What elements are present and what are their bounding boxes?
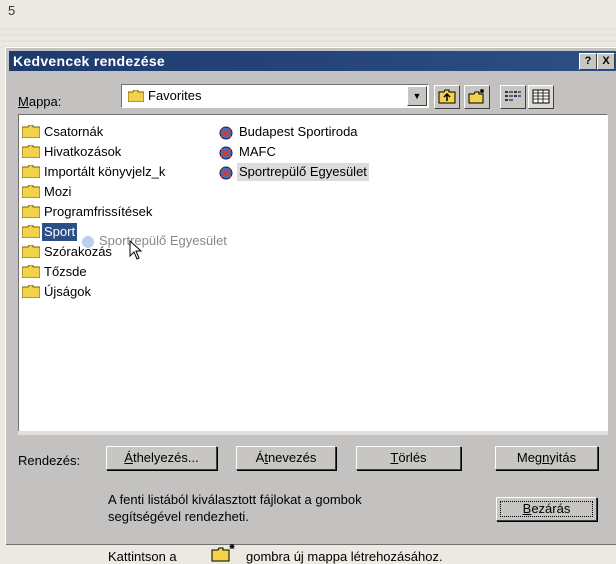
folder-label: Mappa: xyxy=(18,94,62,109)
details-view-icon xyxy=(532,89,550,104)
drag-ghost-icon xyxy=(82,236,94,248)
title-bar[interactable]: Kedvencek rendezése ? X xyxy=(9,51,616,71)
folder-icon xyxy=(128,90,144,102)
folder-icon xyxy=(22,145,40,158)
close-icon[interactable]: X xyxy=(597,53,615,70)
mouse-pointer-icon xyxy=(129,240,143,260)
folder-icon xyxy=(22,125,40,138)
open-button[interactable]: Megnyitás xyxy=(495,446,598,470)
internet-shortcut-icon xyxy=(219,146,233,160)
folder-icon xyxy=(22,165,40,178)
hint-text-after: gombra új mappa létrehozásához. xyxy=(246,549,443,564)
new-folder-button[interactable] xyxy=(464,85,490,109)
internet-shortcut-icon xyxy=(219,166,233,180)
folder-icon xyxy=(22,185,40,198)
description-text: A fenti listából kiválasztott fájlokat a… xyxy=(108,492,362,524)
organize-label: Rendezés: xyxy=(18,453,81,468)
organize-favorites-dialog: Kedvencek rendezése ? X Mappa: Favorites… xyxy=(5,47,616,564)
folder-icon xyxy=(22,285,40,298)
folder-icon xyxy=(22,265,40,278)
new-folder-icon xyxy=(468,89,484,104)
hint-text-before: Kattintson a xyxy=(108,549,177,564)
up-one-level-button[interactable] xyxy=(434,85,460,109)
close-dialog-button[interactable]: Bezárás xyxy=(496,497,597,521)
internet-shortcut-icon xyxy=(219,126,233,140)
favorites-list[interactable]: Csatornák Hivatkozások Importált könyvje… xyxy=(18,114,608,432)
help-button[interactable]: ? xyxy=(579,53,597,70)
folder-select[interactable]: Favorites ▼ xyxy=(121,84,429,108)
folder-select-value: Favorites xyxy=(148,88,202,103)
window-title: Kedvencek rendezése xyxy=(13,53,166,69)
folder-icon xyxy=(22,225,40,238)
list-view-icon xyxy=(505,91,521,101)
folder-icon xyxy=(22,205,40,218)
details-view-button[interactable] xyxy=(528,85,554,109)
drag-ghost-label: Sportrepülő Egyesület xyxy=(99,233,227,248)
list-bottom-edge xyxy=(18,431,608,435)
list-view-button[interactable] xyxy=(500,85,526,109)
chevron-down-icon[interactable]: ▼ xyxy=(407,86,427,106)
move-button[interactable]: Áthelyezés... xyxy=(106,446,217,470)
delete-button[interactable]: Törlés xyxy=(356,446,461,470)
page-number: 5 xyxy=(8,3,16,18)
folder-icon xyxy=(22,245,40,258)
new-folder-icon xyxy=(211,544,235,562)
focus-ring: Bezárás xyxy=(500,501,593,517)
rename-button[interactable]: Átnevezés xyxy=(236,446,336,470)
page-background-text xyxy=(0,26,616,48)
up-one-level-icon xyxy=(438,89,456,104)
